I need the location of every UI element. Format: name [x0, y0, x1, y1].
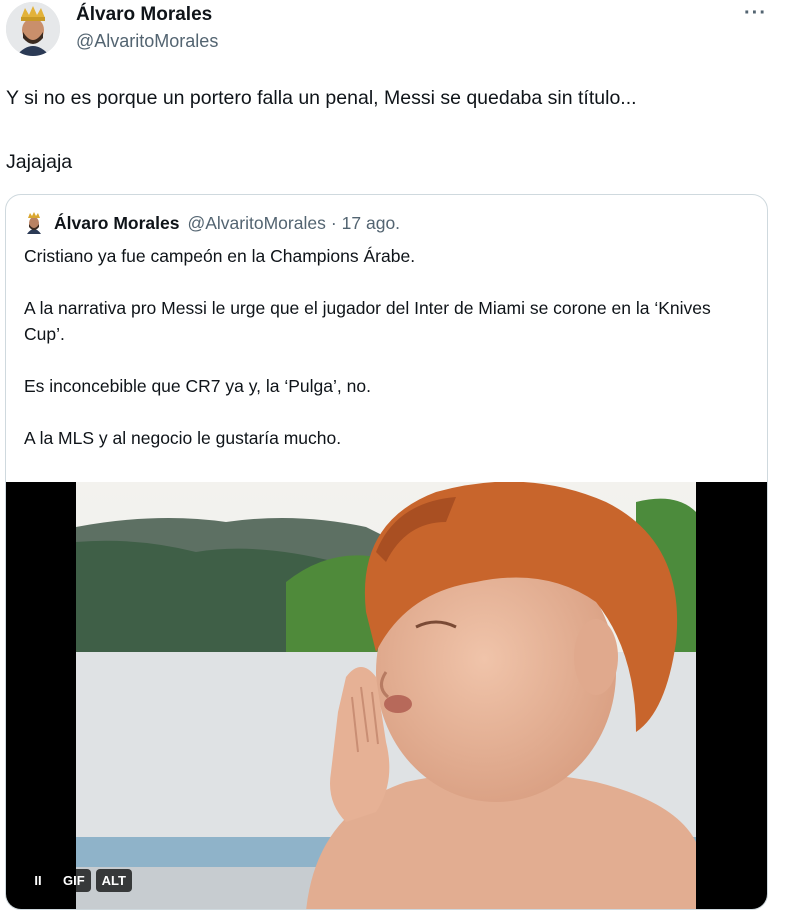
quoted-paragraph: Cristiano ya fue campeón en la Champions… — [24, 246, 416, 266]
gif-frame-image — [76, 482, 696, 909]
quoted-paragraph: A la narrativa pro Messi le urge que el … — [24, 298, 711, 344]
alt-text-button[interactable]: ALT — [95, 868, 132, 892]
gif-badge: GIF — [57, 868, 91, 892]
author-name[interactable]: Álvaro Morales — [76, 4, 212, 26]
tweet-text-line: Y si no es porque un portero falla un pe… — [6, 87, 637, 109]
gif-controls: II GIF ALT — [24, 867, 132, 893]
more-options-icon[interactable]: ··· — [744, 2, 767, 25]
quoted-tweet-text: Cristiano ya fue campeón en la Champions… — [24, 243, 754, 477]
quoted-tweet[interactable]: Álvaro Morales @AlvaritoMorales · 17 ago… — [5, 194, 768, 910]
quoted-paragraph: A la MLS y al negocio le gustaría mucho. — [24, 428, 342, 448]
gif-media[interactable]: II GIF ALT — [6, 482, 767, 909]
separator-dot: · — [330, 212, 337, 233]
tweet-text-line: Jajajaja — [6, 151, 73, 173]
tweet-text: Y si no es porque un portero falla un pe… — [6, 85, 786, 173]
author-handle[interactable]: @AlvaritoMorales — [76, 31, 218, 52]
avatar-image — [6, 2, 60, 56]
quoted-author-avatar[interactable] — [24, 212, 44, 234]
author-avatar[interactable] — [6, 2, 60, 56]
quoted-tweet-date[interactable]: 17 ago. — [342, 213, 400, 234]
quoted-tweet-header: Álvaro Morales @AlvaritoMorales · 17 ago… — [24, 211, 400, 235]
pause-icon[interactable]: II — [24, 867, 52, 893]
quoted-author-handle[interactable]: @AlvaritoMorales — [187, 213, 325, 234]
tweet-header: Álvaro Morales @AlvaritoMorales ··· — [0, 0, 792, 64]
quoted-paragraph: Es inconcebible que CR7 ya y, la ‘Pulga’… — [24, 376, 371, 396]
quoted-author-name[interactable]: Álvaro Morales — [54, 213, 179, 234]
